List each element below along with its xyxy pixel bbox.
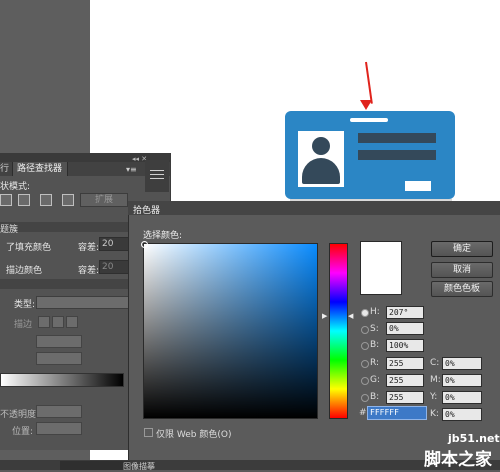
- hex-input[interactable]: FFFFFF: [367, 406, 427, 420]
- intersect-icon[interactable]: [40, 194, 52, 206]
- web-colors-checkbox[interactable]: [144, 428, 153, 437]
- stroke-option-button[interactable]: [66, 316, 78, 328]
- black-input[interactable]: 0%: [442, 408, 482, 421]
- aspect-ratio-dropdown[interactable]: [36, 352, 82, 365]
- tolerance-label: 容差:: [78, 243, 100, 253]
- saturation-label: S:: [370, 324, 379, 334]
- minus-front-icon[interactable]: [18, 194, 30, 206]
- red-input[interactable]: 255: [386, 357, 424, 370]
- card-slot[interactable]: [350, 118, 388, 122]
- ok-button[interactable]: 确定: [431, 241, 493, 257]
- stroke-label: 描边: [14, 320, 33, 330]
- red-label: R:: [370, 358, 380, 368]
- hex-label: #: [359, 408, 367, 418]
- brightness-label: B:: [370, 340, 380, 350]
- hamburger-menu-icon[interactable]: [150, 170, 164, 180]
- gradient-slider[interactable]: [0, 373, 124, 387]
- green-input[interactable]: 255: [386, 374, 424, 387]
- web-colors-label[interactable]: 仅限 Web 颜色(O): [156, 427, 231, 440]
- cancel-button[interactable]: 取消: [431, 262, 493, 278]
- red-arrow-head: [360, 100, 372, 110]
- radio-blue[interactable]: [361, 394, 369, 402]
- hue-slider-arrow-right-icon[interactable]: ◀: [348, 312, 353, 320]
- opacity-label: 不透明度:: [0, 410, 40, 420]
- green-label: G:: [370, 375, 381, 385]
- magenta-label: M:: [430, 375, 441, 385]
- hue-label: H:: [370, 307, 380, 317]
- type-dropdown[interactable]: [36, 296, 132, 309]
- card-text-line[interactable]: [358, 150, 436, 160]
- color-field[interactable]: [143, 243, 318, 419]
- exclude-icon[interactable]: [62, 194, 74, 206]
- blue-input[interactable]: 255: [386, 391, 424, 404]
- radio-saturation[interactable]: [361, 326, 369, 334]
- watermark-title: 脚本之家: [424, 450, 492, 470]
- dialog-titlebar[interactable]: [128, 201, 500, 215]
- hue-input[interactable]: 207°: [386, 306, 424, 319]
- watermark-url: jb51.net: [448, 432, 500, 445]
- gradient-header: [0, 279, 130, 289]
- brightness-input[interactable]: 100%: [386, 339, 424, 352]
- radio-hue[interactable]: [361, 309, 369, 317]
- type-label: 类型:: [14, 300, 36, 310]
- stroke-tolerance-input[interactable]: 20: [99, 260, 131, 274]
- card-tag[interactable]: [405, 181, 431, 191]
- unite-icon[interactable]: [0, 194, 12, 206]
- magic-wand-tab-label[interactable]: 题簇: [0, 222, 18, 235]
- magic-wand-header: [0, 222, 130, 232]
- cyan-input[interactable]: 0%: [442, 357, 482, 370]
- position-label: 位置:: [12, 427, 34, 437]
- radio-brightness[interactable]: [361, 342, 369, 350]
- card-text-line[interactable]: [358, 133, 436, 143]
- yellow-label: Y:: [430, 392, 438, 402]
- tolerance-label: 容差:: [78, 266, 100, 276]
- color-field-marker[interactable]: [141, 241, 148, 248]
- panel-menu-icon[interactable]: ▾≡: [126, 165, 137, 174]
- hue-slider[interactable]: [329, 243, 348, 419]
- fill-tolerance-input[interactable]: 20: [99, 237, 131, 251]
- select-color-label: 选择颜色:: [143, 231, 183, 241]
- hue-slider-arrow-left-icon[interactable]: ▶: [322, 312, 327, 320]
- color-swatches-button[interactable]: 颜色色板: [431, 281, 493, 297]
- saturation-input[interactable]: 0%: [386, 322, 424, 335]
- person-head-icon: [312, 137, 330, 155]
- shape-mode-label: 状模式:: [0, 182, 31, 192]
- stroke-option-button[interactable]: [52, 316, 64, 328]
- expand-button[interactable]: 扩展: [80, 193, 128, 207]
- position-dropdown[interactable]: [36, 422, 82, 435]
- dialog-title: 拾色器: [133, 206, 161, 216]
- stroke-option-button[interactable]: [38, 316, 50, 328]
- blue-label: B:: [370, 392, 380, 402]
- tab-partial[interactable]: 行: [0, 162, 12, 176]
- new-color-swatch: [360, 241, 402, 295]
- radio-red[interactable]: [361, 360, 369, 368]
- status-tab[interactable]: [60, 461, 130, 470]
- image-trace-label[interactable]: 图像描摹: [123, 461, 155, 472]
- angle-dropdown[interactable]: [36, 335, 82, 348]
- black-label: K:: [430, 409, 439, 419]
- tab-pathfinder[interactable]: 路径查找器: [12, 162, 68, 176]
- cyan-label: C:: [430, 358, 440, 368]
- yellow-input[interactable]: 0%: [442, 391, 482, 404]
- fill-color-label[interactable]: 了填充颜色: [6, 240, 51, 253]
- stroke-color-label[interactable]: 描边颜色: [6, 263, 42, 276]
- magenta-input[interactable]: 0%: [442, 374, 482, 387]
- radio-green[interactable]: [361, 377, 369, 385]
- opacity-dropdown[interactable]: [36, 405, 82, 418]
